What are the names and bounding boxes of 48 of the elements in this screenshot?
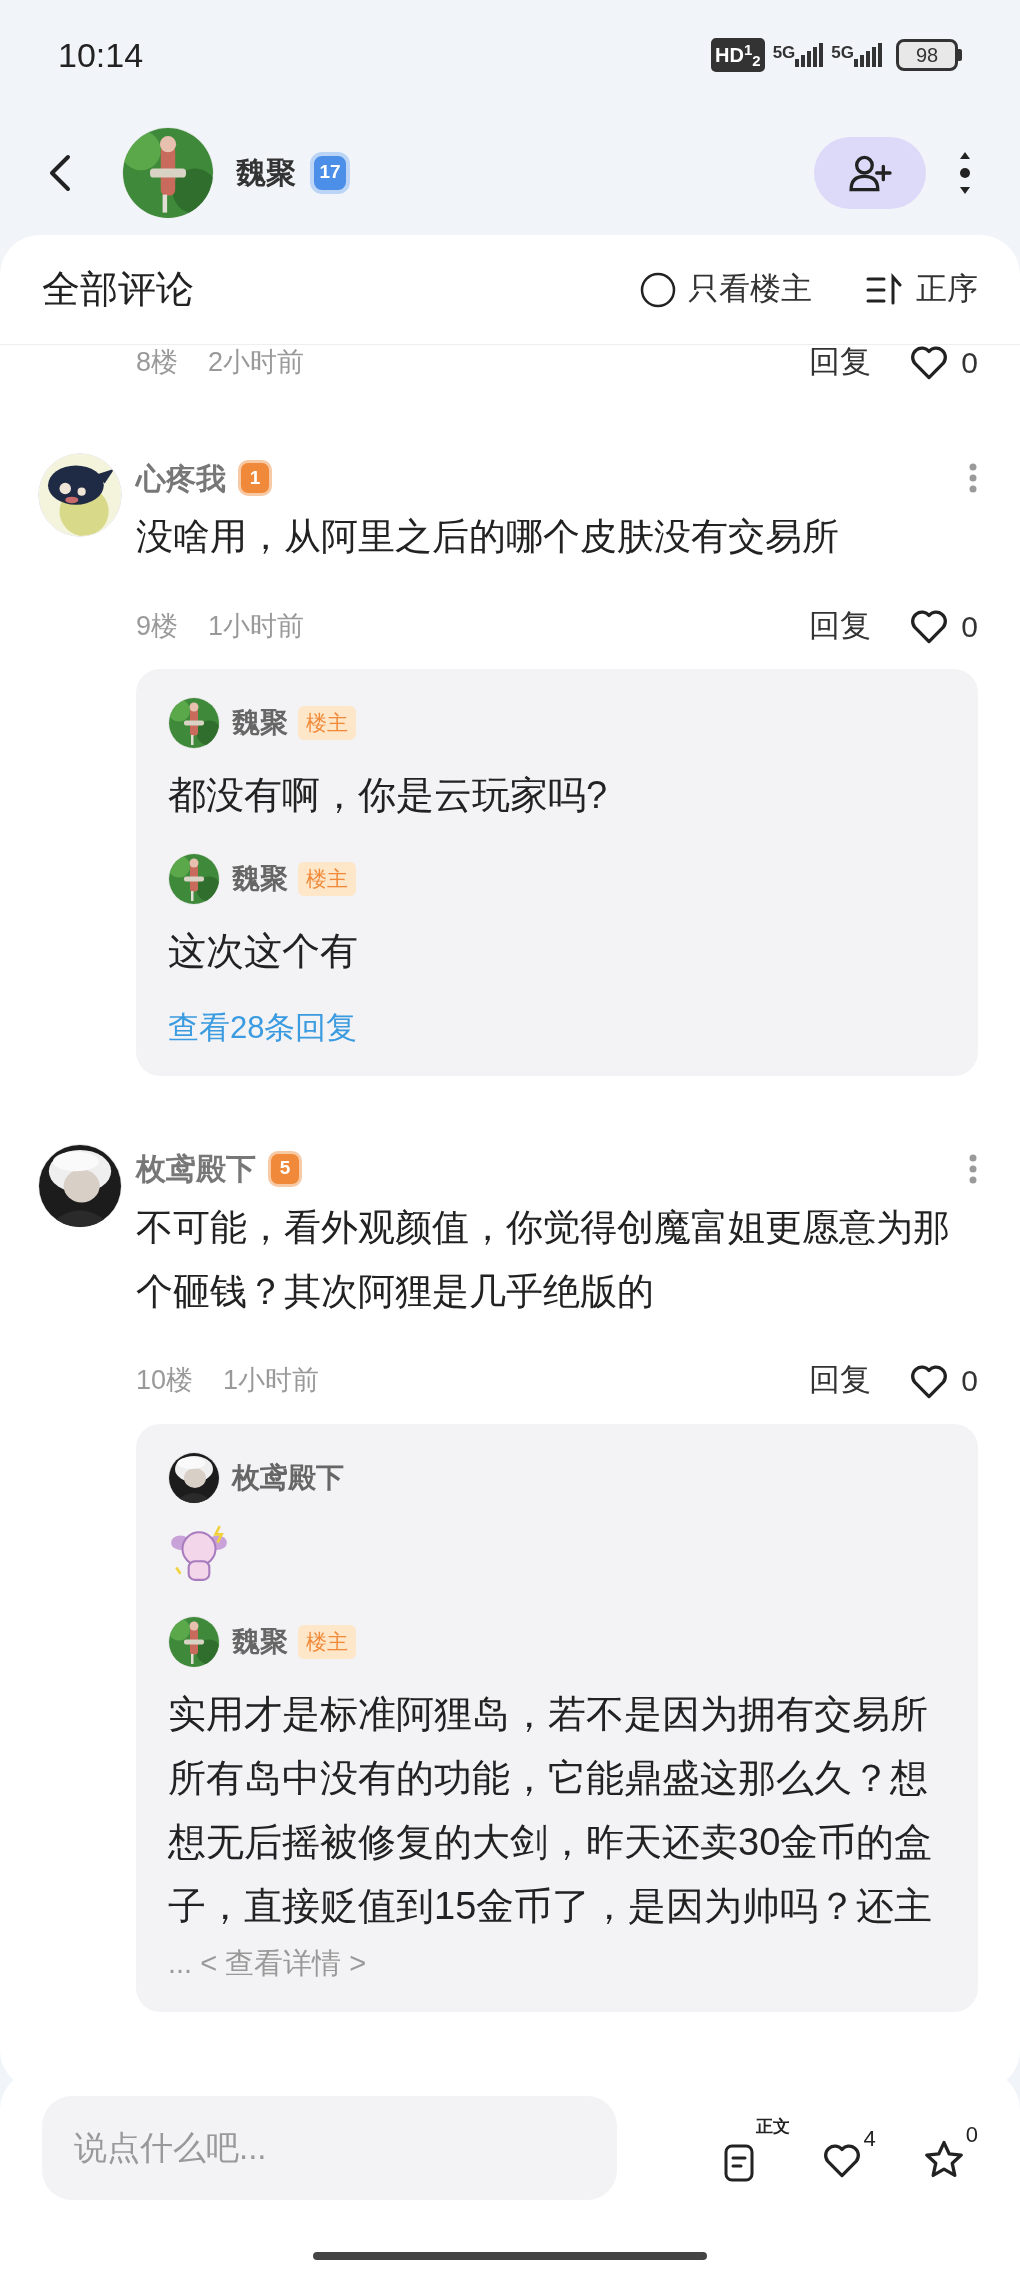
reply-author[interactable]: 魏聚: [232, 1620, 288, 1663]
level-badge: 17: [310, 151, 350, 194]
reply-text: 这次这个有: [168, 929, 359, 974]
floor-number: 10楼: [136, 1364, 194, 1398]
view-replies-link[interactable]: 查看28条回复: [168, 1005, 358, 1052]
section-title: 全部评论: [42, 267, 194, 312]
comment-author[interactable]: 枚鸢殿下: [136, 1146, 256, 1191]
like-count: 0: [961, 608, 978, 645]
level-badge: 1: [238, 460, 272, 496]
reply-button[interactable]: 回复: [809, 1357, 872, 1404]
post-time: 1小时前: [223, 1364, 320, 1398]
user-name: 魏聚: [236, 155, 296, 191]
document-icon[interactable]: [723, 2144, 754, 2182]
comment-author[interactable]: 心疼我: [136, 455, 226, 501]
post-time: 1小时前: [208, 609, 305, 643]
network-type: 5G: [831, 43, 854, 63]
favorite-count: 0: [965, 2121, 978, 2149]
floor-number: 9楼: [136, 609, 179, 643]
post-time: 2小时前: [208, 345, 305, 379]
like-count: 0: [961, 1363, 978, 1399]
like-count: 4: [863, 2125, 876, 2153]
post-label: 正文: [755, 2116, 790, 2138]
sort-button[interactable]: 正序: [916, 266, 978, 313]
comment-text: 没啥用，从阿里之后的哪个皮肤没有交易所: [136, 515, 840, 559]
sort-icon[interactable]: [866, 272, 902, 307]
reply-author[interactable]: 魏聚: [232, 858, 288, 900]
op-tag: 楼主: [298, 1624, 356, 1659]
comment-text: 不可能，看外观颜值，你觉得创魔富姐更愿意为那个砸钱？其次阿狸是几乎绝版的: [136, 1205, 951, 1314]
op-tag: 楼主: [298, 862, 356, 896]
reply-button[interactable]: 回复: [809, 338, 872, 386]
network-type: 5G: [772, 43, 796, 63]
status-time: 10:14: [58, 34, 144, 76]
signal-icon: [854, 43, 882, 67]
reply-button[interactable]: 回复: [809, 602, 872, 650]
reply-text: 实用才是标准阿狸岛，若不是因为拥有交易所所有岛中没有的功能，它能鼎盛这那么久？想想无后摇被修复的大剑，昨天还卖30金币的盒子，直接贬值到15金币了，是因为帅吗？还主: [168, 1691, 934, 1929]
reply-author[interactable]: 魏聚: [232, 702, 288, 744]
level-badge: 5: [268, 1150, 302, 1187]
floor-number: 8楼: [136, 345, 179, 379]
signal-icon: [795, 43, 824, 67]
more-icon[interactable]: [958, 150, 972, 195]
op-tag: 楼主: [298, 706, 356, 740]
comment-input[interactable]: 说点什么吧...: [42, 2096, 617, 2200]
back-icon[interactable]: [48, 152, 72, 193]
op-only-filter[interactable]: 只看楼主: [688, 266, 812, 313]
radio-icon[interactable]: [640, 271, 676, 308]
reply-text: 都没有啊，你是云玩家吗?: [168, 773, 609, 818]
reply-author[interactable]: 枚鸢殿下: [232, 1456, 344, 1499]
like-count: 0: [961, 344, 978, 381]
